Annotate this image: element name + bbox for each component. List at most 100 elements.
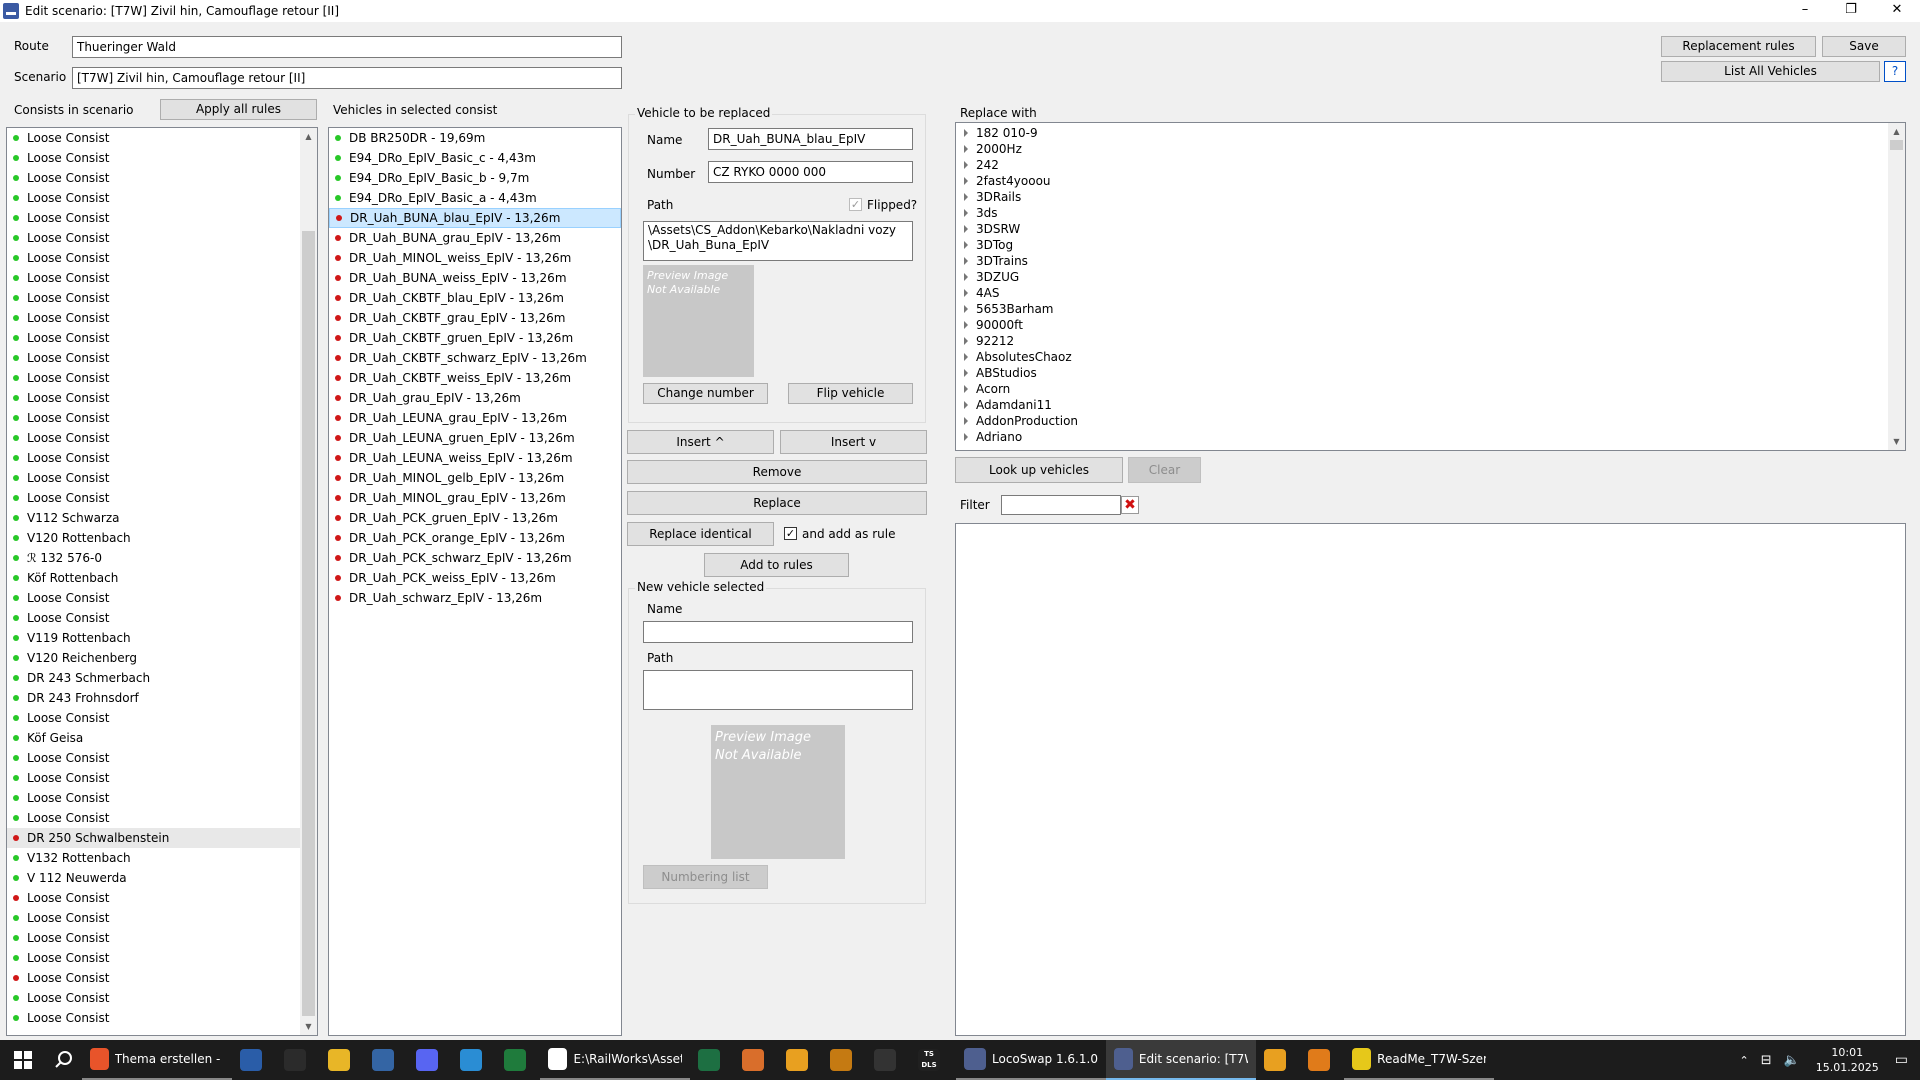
consist-item[interactable]: Loose Consist xyxy=(7,428,317,448)
vehicle-item[interactable]: DR_Uah_PCK_orange_EpIV - 13,26m xyxy=(329,528,621,548)
results-list[interactable] xyxy=(955,523,1906,1036)
taskbar-app[interactable]: LocoSwap 1.6.1.0 xyxy=(956,1040,1106,1080)
vehicle-item[interactable]: DR_Uah_BUNA_blau_EpIV - 13,26m xyxy=(329,208,621,228)
tree-node[interactable]: 5653Barham xyxy=(956,301,1905,317)
tree-node[interactable]: 3DTog xyxy=(956,237,1905,253)
vehicle-item[interactable]: DR_Uah_CKBTF_weiss_EpIV - 13,26m xyxy=(329,368,621,388)
consist-item[interactable]: Loose Consist xyxy=(7,768,317,788)
tree-node[interactable]: Adamdani11 xyxy=(956,397,1905,413)
taskbar-app[interactable]: TS DLS xyxy=(910,1040,956,1080)
filter-input[interactable] xyxy=(1001,495,1121,515)
vehicle-item[interactable]: DR_Uah_CKBTF_blau_EpIV - 13,26m xyxy=(329,288,621,308)
scroll-down-icon[interactable]: ▼ xyxy=(300,1018,317,1035)
vehicle-item[interactable]: DR_Uah_PCK_gruen_EpIV - 13,26m xyxy=(329,508,621,528)
vehicle-item[interactable]: DR_Uah_CKBTF_grau_EpIV - 13,26m xyxy=(329,308,621,328)
consist-item[interactable]: Loose Consist xyxy=(7,608,317,628)
start-button[interactable] xyxy=(0,1040,46,1080)
consist-item[interactable]: Loose Consist xyxy=(7,388,317,408)
vehicle-item[interactable]: DR_Uah_LEUNA_grau_EpIV - 13,26m xyxy=(329,408,621,428)
expand-arrow-icon[interactable] xyxy=(964,241,968,249)
vehicles-list[interactable]: DB BR250DR - 19,69m E94_DRo_EpIV_Basic_c … xyxy=(328,127,622,1036)
replacement-rules-button[interactable]: Replacement rules xyxy=(1661,36,1816,57)
tree-node[interactable]: 4AS xyxy=(956,285,1905,301)
remove-button[interactable]: Remove xyxy=(627,460,927,484)
clock[interactable]: 10:01 15.01.2025 xyxy=(1816,1045,1879,1075)
tree-scrollbar[interactable]: ▲ ▼ xyxy=(1888,123,1905,450)
taskbar-app[interactable] xyxy=(320,1040,364,1080)
consist-item[interactable]: V 112 Neuwerda xyxy=(7,868,317,888)
expand-arrow-icon[interactable] xyxy=(964,145,968,153)
consist-item[interactable]: V112 Schwarza xyxy=(7,508,317,528)
tree-node[interactable]: 92212 xyxy=(956,333,1905,349)
expand-arrow-icon[interactable] xyxy=(964,273,968,281)
replace-with-tree[interactable]: 182 010-9 2000Hz 242 2fast4yooou 3DRails 3ds 3… xyxy=(955,122,1906,451)
tree-node[interactable]: 2fast4yooou xyxy=(956,173,1905,189)
new-name-field[interactable] xyxy=(643,621,913,643)
list-all-vehicles-button[interactable]: List All Vehicles xyxy=(1661,61,1880,82)
vehicle-item[interactable]: DR_Uah_CKBTF_gruen_EpIV - 13,26m xyxy=(329,328,621,348)
consist-item[interactable]: Loose Consist xyxy=(7,908,317,928)
vehicle-item[interactable]: DR_Uah_schwarz_EpIV - 13,26m xyxy=(329,588,621,608)
consist-item[interactable]: Loose Consist xyxy=(7,488,317,508)
consist-item[interactable]: Loose Consist xyxy=(7,1008,317,1028)
expand-arrow-icon[interactable] xyxy=(964,225,968,233)
consist-item[interactable]: Loose Consist xyxy=(7,948,317,968)
consist-item[interactable]: Loose Consist xyxy=(7,288,317,308)
consist-item[interactable]: V119 Rottenbach xyxy=(7,628,317,648)
taskbar-app[interactable]: ReadMe_T7W-Szen... xyxy=(1344,1040,1494,1080)
expand-arrow-icon[interactable] xyxy=(964,305,968,313)
add-as-rule-checkbox[interactable]: ✓ xyxy=(784,527,797,540)
route-field[interactable]: Thueringer Wald xyxy=(72,36,622,58)
replace-button[interactable]: Replace xyxy=(627,491,927,515)
tree-node[interactable]: 3DTrains xyxy=(956,253,1905,269)
vehicle-item[interactable]: E94_DRo_EpIV_Basic_c - 4,43m xyxy=(329,148,621,168)
consist-item[interactable]: Loose Consist xyxy=(7,888,317,908)
consist-item[interactable]: Loose Consist xyxy=(7,348,317,368)
volume-icon[interactable]: 🔈 xyxy=(1784,1053,1800,1068)
consist-item[interactable]: Loose Consist xyxy=(7,808,317,828)
flip-vehicle-button[interactable]: Flip vehicle xyxy=(788,383,913,404)
expand-arrow-icon[interactable] xyxy=(964,385,968,393)
expand-arrow-icon[interactable] xyxy=(964,353,968,361)
vehicle-item[interactable]: DR_Uah_PCK_weiss_EpIV - 13,26m xyxy=(329,568,621,588)
vehicle-item[interactable]: DR_Uah_LEUNA_gruen_EpIV - 13,26m xyxy=(329,428,621,448)
consist-item[interactable]: Köf Rottenbach xyxy=(7,568,317,588)
tree-node[interactable]: 2000Hz xyxy=(956,141,1905,157)
vehicle-item[interactable]: DB BR250DR - 19,69m xyxy=(329,128,621,148)
consist-item[interactable]: Loose Consist xyxy=(7,708,317,728)
taskbar-app[interactable] xyxy=(276,1040,320,1080)
taskbar-app[interactable]: E:\RailWorks\Asset... xyxy=(540,1040,690,1080)
tree-node[interactable]: 3DSRW xyxy=(956,221,1905,237)
consist-item[interactable]: Loose Consist xyxy=(7,368,317,388)
expand-arrow-icon[interactable] xyxy=(964,433,968,441)
consist-item[interactable]: DR 250 Schwalbenstein xyxy=(7,828,317,848)
consist-item[interactable]: Loose Consist xyxy=(7,148,317,168)
tree-node[interactable]: 90000ft xyxy=(956,317,1905,333)
vehicle-item[interactable]: DR_Uah_MINOL_grau_EpIV - 13,26m xyxy=(329,488,621,508)
look-up-vehicles-button[interactable]: Look up vehicles xyxy=(955,457,1123,483)
taskbar-app[interactable] xyxy=(452,1040,496,1080)
consists-list[interactable]: Loose Consist Loose Consist Loose Consist L… xyxy=(6,127,318,1036)
taskbar-app[interactable] xyxy=(734,1040,778,1080)
expand-arrow-icon[interactable] xyxy=(964,401,968,409)
consist-item[interactable]: Loose Consist xyxy=(7,788,317,808)
consist-item[interactable]: Loose Consist xyxy=(7,448,317,468)
vehicle-item[interactable]: DR_Uah_BUNA_weiss_EpIV - 13,26m xyxy=(329,268,621,288)
clear-button[interactable]: Clear xyxy=(1128,457,1201,483)
tree-node[interactable]: 3DZUG xyxy=(956,269,1905,285)
expand-arrow-icon[interactable] xyxy=(964,289,968,297)
taskbar-app[interactable]: Edit scenario: [T7W... xyxy=(1106,1040,1256,1080)
expand-arrow-icon[interactable] xyxy=(964,129,968,137)
taskbar-app[interactable] xyxy=(690,1040,734,1080)
consist-item[interactable]: Loose Consist xyxy=(7,188,317,208)
numbering-list-button[interactable]: Numbering list xyxy=(643,865,768,889)
vehicle-item[interactable]: E94_DRo_EpIV_Basic_a - 4,43m xyxy=(329,188,621,208)
expand-arrow-icon[interactable] xyxy=(964,417,968,425)
flipped-checkbox[interactable]: ✓ xyxy=(849,198,862,211)
network-icon[interactable]: ⊟ xyxy=(1761,1053,1772,1068)
consist-item[interactable]: Loose Consist xyxy=(7,968,317,988)
expand-arrow-icon[interactable] xyxy=(964,321,968,329)
consist-item[interactable]: DR 243 Frohnsdorf xyxy=(7,688,317,708)
consist-item[interactable]: Loose Consist xyxy=(7,228,317,248)
replace-path-field[interactable]: \Assets\CS_Addon\Kebarko\Nakladni vozy \… xyxy=(643,221,913,261)
